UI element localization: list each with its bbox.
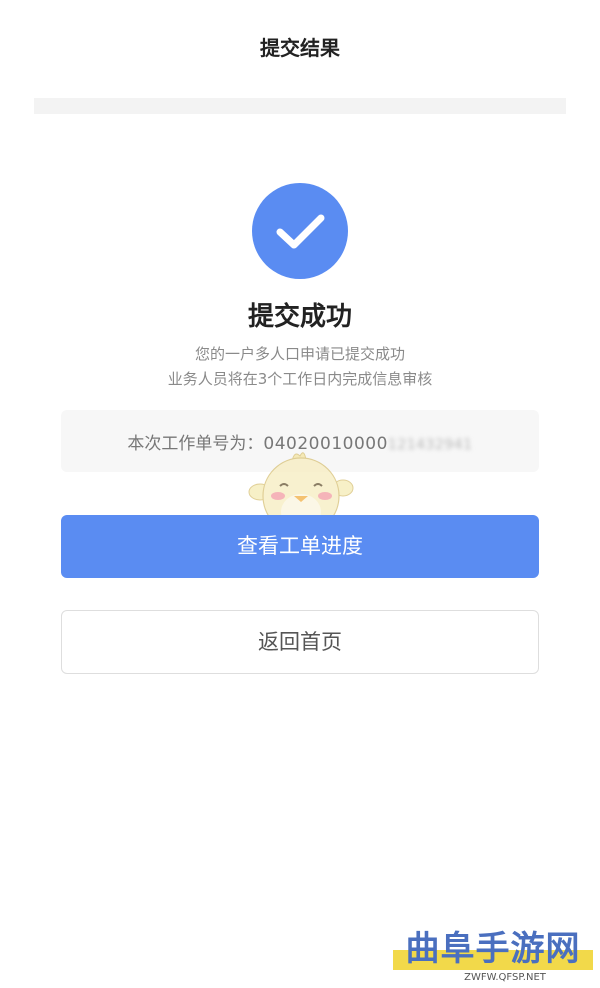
- order-number-label: 本次工作单号为：: [127, 434, 264, 454]
- success-check-badge: [252, 183, 348, 279]
- status-title: 提交成功: [247, 302, 352, 332]
- page-title: 提交结果: [260, 36, 340, 60]
- site-watermark-logo: 曲阜手游网: [405, 929, 581, 969]
- check-icon: [276, 214, 325, 249]
- header-divider: [34, 98, 566, 114]
- status-description-line-2: 业务人员将在3个工作日内完成信息审核: [167, 370, 433, 388]
- status-description-line-1: 您的一户多人口申请已提交成功: [194, 345, 405, 363]
- back-to-home-button[interactable]: 返回首页: [61, 610, 539, 674]
- view-ticket-progress-button[interactable]: 查看工单进度: [61, 515, 539, 578]
- site-watermark-url: ZWFW.QFSP.NET: [464, 972, 546, 983]
- order-number-masked: 121432941: [387, 437, 473, 453]
- submit-result-page: 提交结果 提交成功 您的一户多人口申请已提交成功 业务人员将在3个工作日内完成信…: [0, 0, 600, 988]
